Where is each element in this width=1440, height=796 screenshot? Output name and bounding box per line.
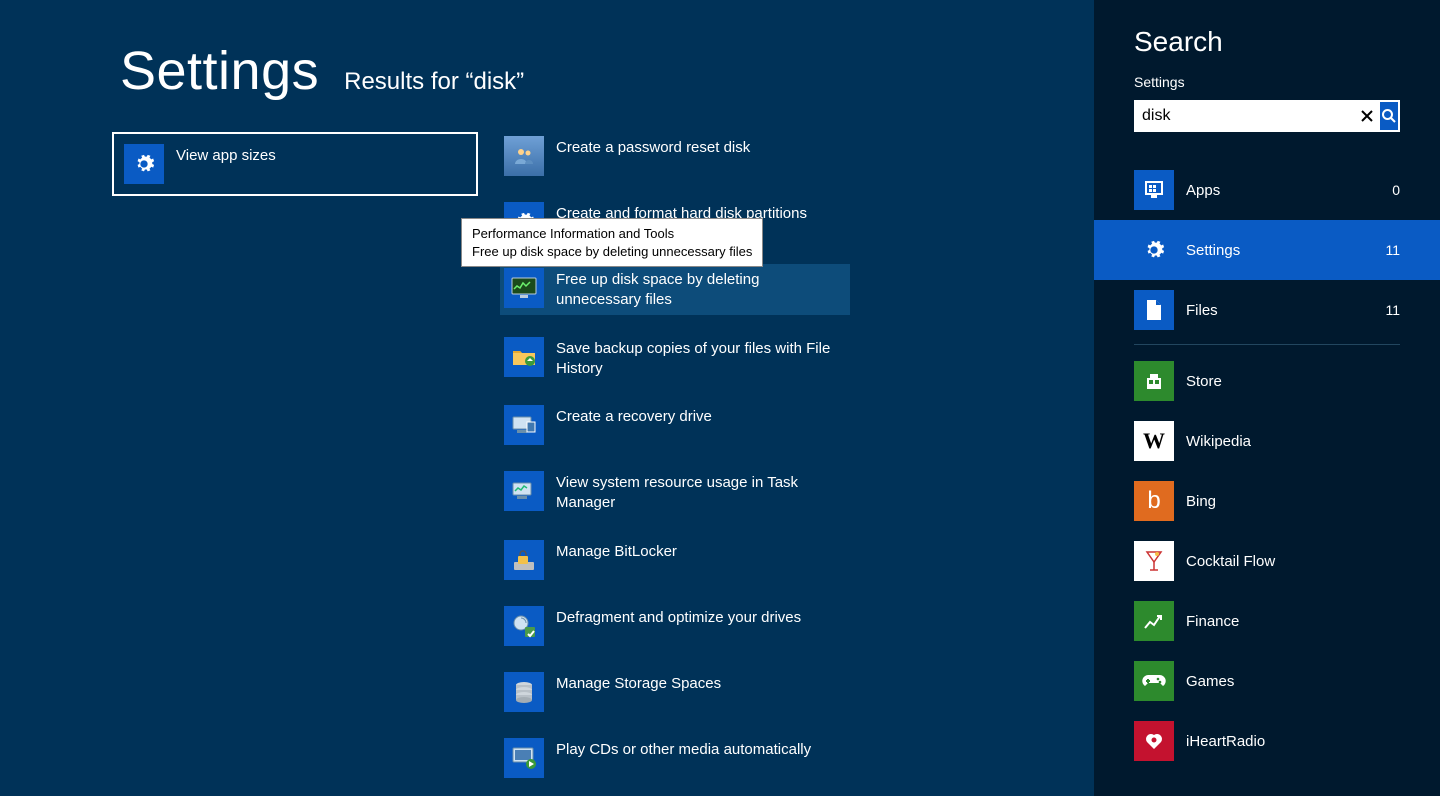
scope-count: 11	[1385, 302, 1400, 318]
scope-label: Store	[1186, 373, 1222, 390]
scope-label: Files	[1186, 302, 1218, 319]
iheartradio-icon	[1134, 721, 1174, 761]
results-subtitle: Results for “disk”	[344, 68, 524, 96]
scope-label: Games	[1186, 673, 1234, 690]
finance-icon	[1134, 601, 1174, 641]
scope-iheartradio[interactable]: iHeartRadio	[1094, 711, 1440, 771]
search-input[interactable]	[1134, 100, 1357, 132]
cocktail-icon	[1134, 541, 1174, 581]
result-password-reset-disk[interactable]: Create a password reset disk	[500, 132, 850, 180]
scope-label: Apps	[1186, 182, 1220, 199]
result-task-manager[interactable]: View system resource usage in Task Manag…	[500, 467, 850, 518]
apps-icon	[1134, 170, 1174, 210]
gear-icon	[1134, 230, 1174, 270]
defragment-icon	[504, 606, 544, 646]
scope-divider	[1134, 344, 1400, 345]
scope-apps[interactable]: Apps 0	[1094, 160, 1440, 220]
search-pane-title: Search	[1134, 26, 1400, 58]
result-defragment[interactable]: Defragment and optimize your drives	[500, 602, 850, 650]
scope-count: 11	[1385, 242, 1400, 258]
tooltip: Performance Information and Tools Free u…	[461, 218, 763, 267]
gear-icon	[124, 144, 164, 184]
bing-icon: b	[1134, 481, 1174, 521]
scope-count: 0	[1392, 182, 1400, 198]
wikipedia-icon: W	[1134, 421, 1174, 461]
scope-label: Wikipedia	[1186, 433, 1251, 450]
page-title: Settings	[120, 40, 319, 102]
storage-icon	[504, 672, 544, 712]
recovery-drive-icon	[504, 405, 544, 445]
clear-search-button[interactable]	[1357, 100, 1378, 132]
result-autoplay[interactable]: Play CDs or other media automatically	[500, 734, 850, 782]
scope-games[interactable]: Games	[1094, 651, 1440, 711]
games-icon	[1134, 661, 1174, 701]
result-label: Create a recovery drive	[556, 405, 712, 427]
result-label: Manage BitLocker	[556, 540, 677, 562]
tooltip-body: Free up disk space by deleting unnecessa…	[472, 243, 752, 261]
scope-files[interactable]: Files 11	[1094, 280, 1440, 340]
lock-icon	[504, 540, 544, 580]
folder-history-icon	[504, 337, 544, 377]
search-box	[1134, 100, 1400, 132]
autoplay-icon	[504, 738, 544, 778]
result-free-disk-space[interactable]: Free up disk space by deleting unnecessa…	[500, 264, 850, 315]
scope-label: Settings	[1186, 242, 1240, 259]
result-label: Play CDs or other media automatically	[556, 738, 811, 760]
results-pane: Settings Results for “disk” View app siz…	[0, 0, 1094, 796]
results-column-a: View app sizes	[120, 132, 470, 796]
result-label: Free up disk space by deleting unnecessa…	[556, 268, 846, 311]
search-pane: Search Settings Apps 0 Settings 11 Files…	[1094, 0, 1440, 796]
tooltip-title: Performance Information and Tools	[472, 225, 752, 243]
file-icon	[1134, 290, 1174, 330]
result-bitlocker[interactable]: Manage BitLocker	[500, 536, 850, 584]
result-label: View system resource usage in Task Manag…	[556, 471, 846, 514]
result-file-history[interactable]: Save backup copies of your files with Fi…	[500, 333, 850, 384]
scope-settings[interactable]: Settings 11	[1094, 220, 1440, 280]
header: Settings Results for “disk”	[120, 40, 1094, 102]
scope-wikipedia[interactable]: W Wikipedia	[1094, 411, 1440, 471]
search-button[interactable]	[1378, 100, 1400, 132]
scope-label: Bing	[1186, 493, 1216, 510]
result-label: Defragment and optimize your drives	[556, 606, 801, 628]
scope-label: Cocktail Flow	[1186, 553, 1275, 570]
scope-label: iHeartRadio	[1186, 733, 1265, 750]
scope-finance[interactable]: Finance	[1094, 591, 1440, 651]
result-label: Create a password reset disk	[556, 136, 750, 158]
result-view-app-sizes[interactable]: View app sizes	[112, 132, 478, 196]
task-manager-icon	[504, 471, 544, 511]
scope-cocktail-flow[interactable]: Cocktail Flow	[1094, 531, 1440, 591]
scope-store[interactable]: Store	[1094, 351, 1440, 411]
scope-bing[interactable]: b Bing	[1094, 471, 1440, 531]
result-label: View app sizes	[176, 144, 276, 166]
monitor-icon	[504, 268, 544, 308]
users-icon	[504, 136, 544, 176]
result-label: Save backup copies of your files with Fi…	[556, 337, 846, 380]
scope-label: Finance	[1186, 613, 1239, 630]
result-storage-spaces[interactable]: Manage Storage Spaces	[500, 668, 850, 716]
result-label: Manage Storage Spaces	[556, 672, 721, 694]
search-context-label: Settings	[1134, 74, 1400, 90]
store-icon	[1134, 361, 1174, 401]
result-recovery-drive[interactable]: Create a recovery drive	[500, 401, 850, 449]
